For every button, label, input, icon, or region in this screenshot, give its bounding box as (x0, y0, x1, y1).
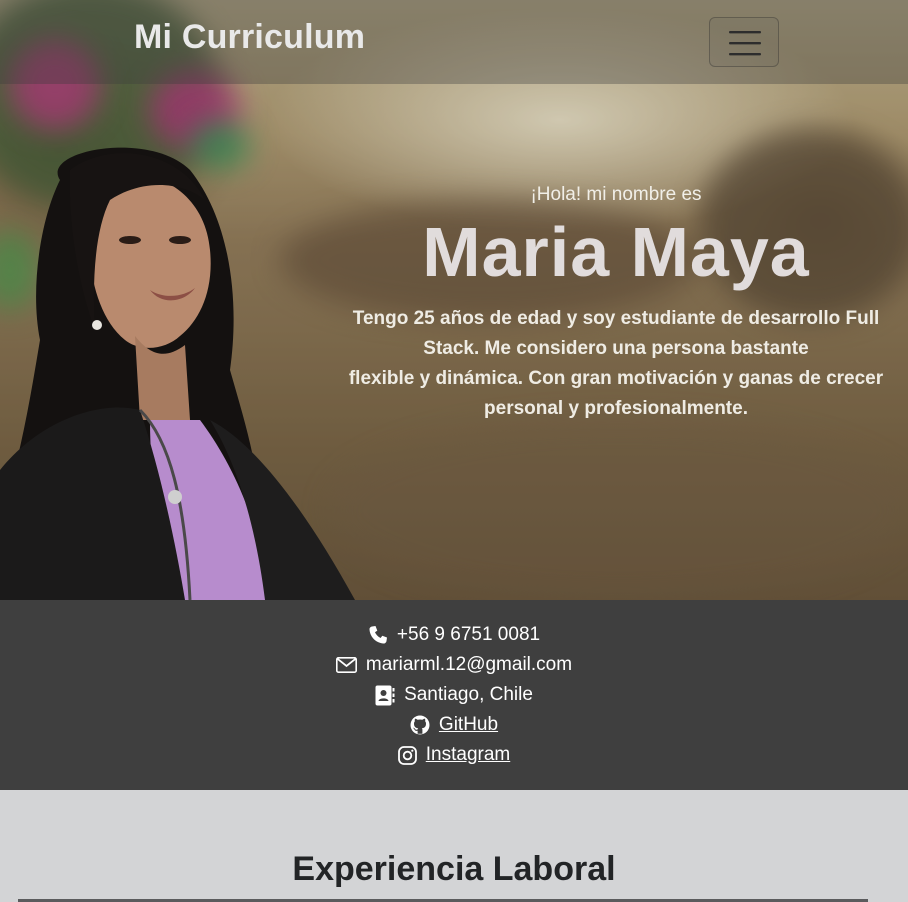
experience-section: Experiencia Laboral (0, 790, 908, 902)
contact-section: +56 9 6751 0081 mariarml.12@gmail.com Sa… (0, 600, 908, 790)
contact-phone: +56 9 6751 0081 (0, 620, 908, 650)
section-title: Experiencia Laboral (292, 850, 616, 888)
greeting-text: ¡Hola! mi nombre es (530, 184, 702, 205)
instagram-link[interactable]: Instagram (426, 740, 510, 770)
brand-title[interactable]: Mi Curriculum (134, 18, 365, 57)
menu-toggle-button[interactable] (709, 17, 779, 67)
contact-instagram: Instagram (0, 740, 908, 770)
bio-line: Stack. Me considero una persona bastante (423, 338, 809, 359)
bio-line: Tengo 25 años de edad y soy estudiante d… (352, 308, 880, 329)
github-link[interactable]: GitHub (439, 710, 498, 740)
hero-text: ¡Hola! mi nombre es Maria Maya Tengo 25 … (330, 180, 902, 424)
github-icon (410, 715, 430, 735)
address-card-icon (375, 685, 395, 705)
person-name: Maria Maya (422, 213, 810, 291)
contact-location: Santiago, Chile (0, 680, 908, 710)
bio-line: personal y profesionalmente. (484, 398, 748, 419)
profile-photo (0, 147, 355, 600)
hamburger-icon (729, 31, 761, 56)
contact-email: mariarml.12@gmail.com (0, 650, 908, 680)
bio-paragraph: Tengo 25 años de edad y soy estudiante d… (330, 304, 902, 424)
location-text: Santiago, Chile (404, 684, 533, 705)
bio-line: flexible y dinámica. Con gran motivación… (348, 368, 884, 389)
contact-github: GitHub (0, 710, 908, 740)
email-address: mariarml.12@gmail.com (365, 654, 573, 675)
envelope-icon (335, 657, 357, 673)
instagram-icon (397, 745, 417, 765)
phone-icon (369, 626, 387, 644)
hero-section: Mi Curriculum ¡Hola! mi nombre es Maria … (0, 0, 908, 600)
phone-number: +56 9 6751 0081 (396, 624, 541, 645)
navbar: Mi Curriculum (0, 0, 908, 84)
